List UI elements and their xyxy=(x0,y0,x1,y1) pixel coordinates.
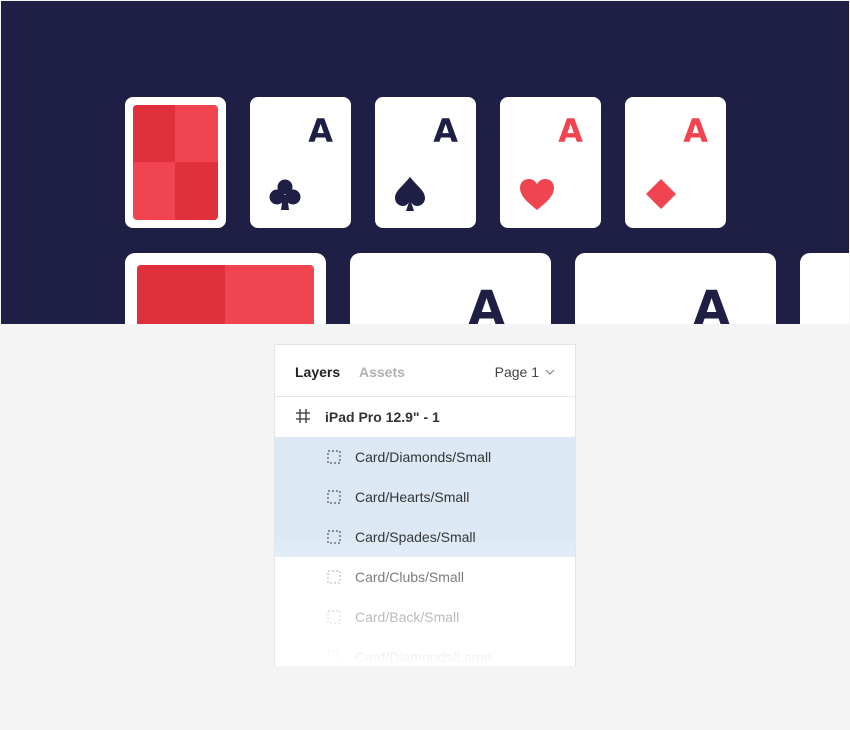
card-rank: A xyxy=(308,112,333,150)
component-instance-icon xyxy=(327,610,341,624)
card-rank: A xyxy=(693,281,731,324)
card-spades-small[interactable]: A xyxy=(375,97,476,228)
layer-label: Card/Spades/Small xyxy=(355,529,476,545)
hash-frame-icon xyxy=(296,409,310,423)
spade-icon xyxy=(395,177,425,211)
layer-row[interactable]: Card/Hearts/Small xyxy=(275,477,575,517)
layer-label: Card/Diamonds/Small xyxy=(355,449,492,465)
component-instance-icon xyxy=(327,650,341,664)
card-rank: A xyxy=(683,112,708,150)
layer-row[interactable]: Card/Clubs/Small xyxy=(275,557,575,597)
card-large-face-3[interactable] xyxy=(800,253,849,324)
page-selector-label: Page 1 xyxy=(494,364,539,380)
card-back-pattern xyxy=(137,265,314,324)
component-instance-icon xyxy=(327,530,341,544)
card-back-pattern xyxy=(133,105,218,220)
chevron-down-icon xyxy=(545,369,555,375)
page-selector[interactable]: Page 1 xyxy=(495,364,555,380)
card-rank: A xyxy=(433,112,458,150)
layer-label: Card/Diamonds/Large xyxy=(355,649,492,665)
card-large-face-1[interactable]: A xyxy=(350,253,551,324)
design-canvas[interactable]: A A A A A A xyxy=(1,1,849,324)
heart-icon xyxy=(520,179,554,210)
layer-label: Card/Clubs/Small xyxy=(355,569,464,585)
tab-assets[interactable]: Assets xyxy=(359,364,405,380)
card-large-face-2[interactable]: A xyxy=(575,253,776,324)
layers-panel: Layers Assets Page 1 iPad Pro 12.9" - 1 … xyxy=(274,344,576,666)
component-instance-icon xyxy=(327,450,341,464)
panel-header: Layers Assets Page 1 xyxy=(275,345,575,397)
card-back-small[interactable] xyxy=(125,97,226,228)
card-diamonds-small[interactable]: A xyxy=(625,97,726,228)
tab-layers[interactable]: Layers xyxy=(295,364,340,380)
component-instance-icon xyxy=(327,570,341,584)
layer-row[interactable]: Card/Diamonds/Small xyxy=(275,437,575,477)
card-rank: A xyxy=(468,281,506,324)
frame-label: iPad Pro 12.9" - 1 xyxy=(325,409,440,425)
diamond-icon xyxy=(646,179,676,209)
club-icon xyxy=(269,179,301,210)
layer-row[interactable]: Card/Back/Small xyxy=(275,597,575,637)
card-rank: A xyxy=(558,112,583,150)
component-instance-icon xyxy=(327,490,341,504)
card-clubs-small[interactable]: A xyxy=(250,97,351,228)
layer-label: Card/Back/Small xyxy=(355,609,460,625)
card-back-large[interactable] xyxy=(125,253,326,324)
layer-row[interactable]: Card/Spades/Small xyxy=(275,517,575,557)
card-hearts-small[interactable]: A xyxy=(500,97,601,228)
layer-label: Card/Hearts/Small xyxy=(355,489,470,505)
layer-row-frame[interactable]: iPad Pro 12.9" - 1 xyxy=(275,397,575,437)
layer-row[interactable]: Card/Diamonds/Large xyxy=(275,637,575,666)
